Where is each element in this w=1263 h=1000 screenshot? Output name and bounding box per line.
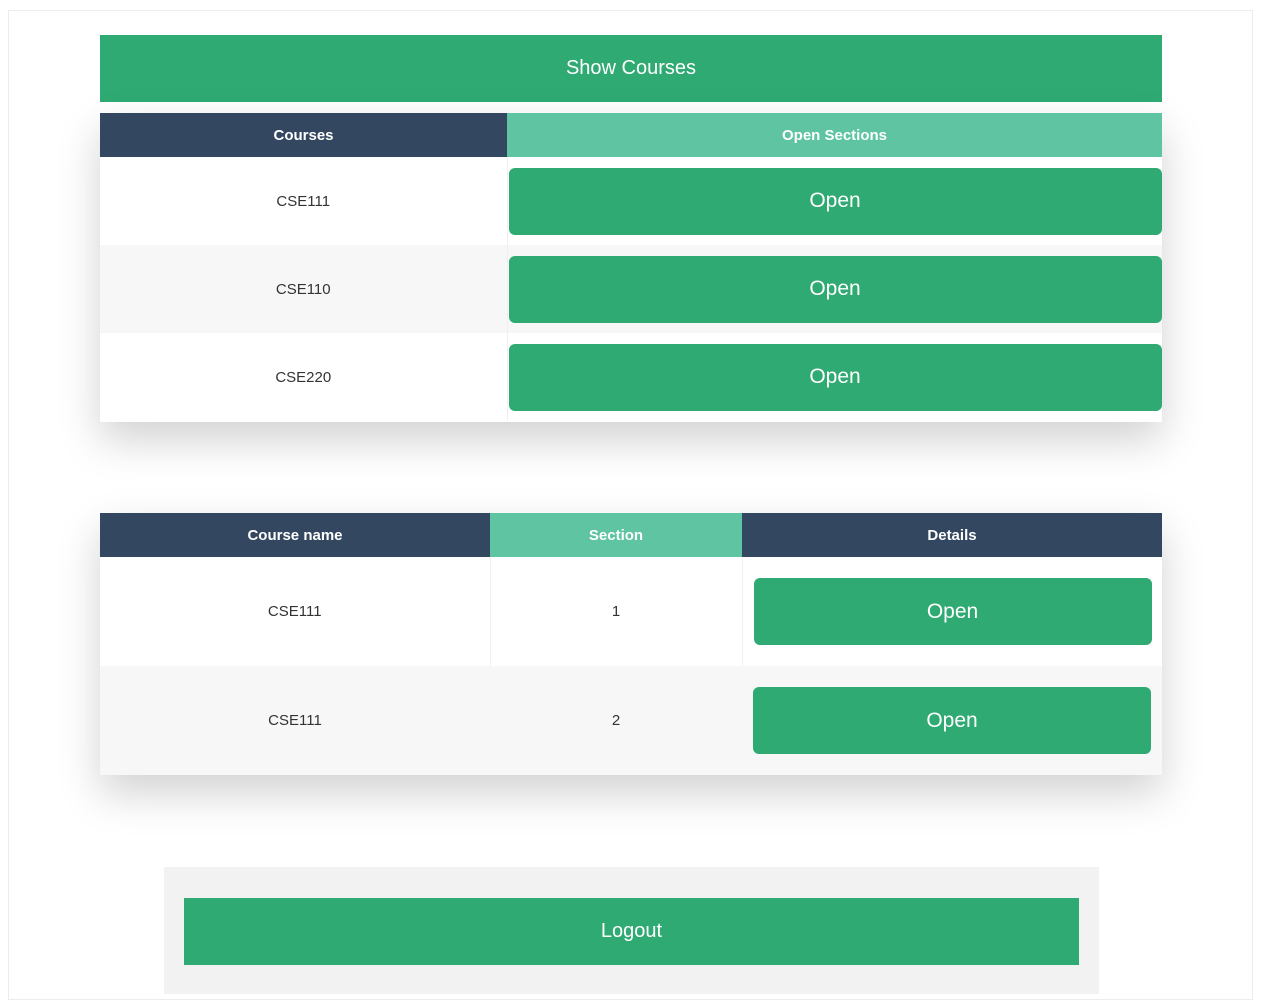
open-sections-button[interactable]: Open — [508, 167, 1162, 235]
open-sections-button[interactable]: Open — [508, 255, 1162, 323]
sections-table: Course name Section Details CSE111 1 Ope… — [100, 513, 1162, 775]
courses-table-panel: Courses Open Sections CSE111 Open CSE110… — [100, 113, 1162, 422]
open-cell: Open — [506, 157, 1162, 245]
details-cell: Open — [742, 666, 1162, 775]
section-cell: 1 — [489, 557, 742, 666]
course-code-cell: CSE111 — [100, 157, 507, 245]
header-open-sections: Open Sections — [507, 113, 1162, 157]
open-sections-button[interactable]: Open — [508, 343, 1162, 411]
table-row: CSE110 Open — [100, 245, 1162, 333]
header-section: Section — [490, 513, 742, 557]
sections-table-header: Course name Section Details — [100, 513, 1162, 557]
header-course-name: Course name — [100, 513, 490, 557]
table-row: CSE111 2 Open — [100, 666, 1162, 775]
course-name-cell: CSE111 — [100, 666, 490, 775]
course-name-cell: CSE111 — [100, 557, 490, 666]
table-row: CSE111 Open — [100, 157, 1162, 245]
course-code-cell: CSE220 — [100, 333, 507, 421]
logout-container: Logout — [164, 867, 1099, 994]
open-details-button[interactable]: Open — [753, 687, 1151, 754]
header-courses: Courses — [100, 113, 507, 157]
details-cell: Open — [741, 557, 1162, 666]
sections-table-panel: Course name Section Details CSE111 1 Ope… — [100, 513, 1162, 775]
open-cell: Open — [506, 245, 1162, 333]
table-row: CSE111 1 Open — [100, 557, 1162, 666]
section-cell: 2 — [490, 666, 742, 775]
table-row: CSE220 Open — [100, 333, 1162, 421]
open-details-button[interactable]: Open — [753, 578, 1152, 645]
course-code-cell: CSE110 — [100, 245, 507, 333]
logout-button[interactable]: Logout — [184, 898, 1079, 965]
show-courses-button[interactable]: Show Courses — [100, 35, 1162, 102]
open-cell: Open — [506, 333, 1162, 421]
courses-table: Courses Open Sections CSE111 Open CSE110… — [100, 113, 1162, 421]
header-details: Details — [742, 513, 1162, 557]
courses-table-header: Courses Open Sections — [100, 113, 1162, 157]
